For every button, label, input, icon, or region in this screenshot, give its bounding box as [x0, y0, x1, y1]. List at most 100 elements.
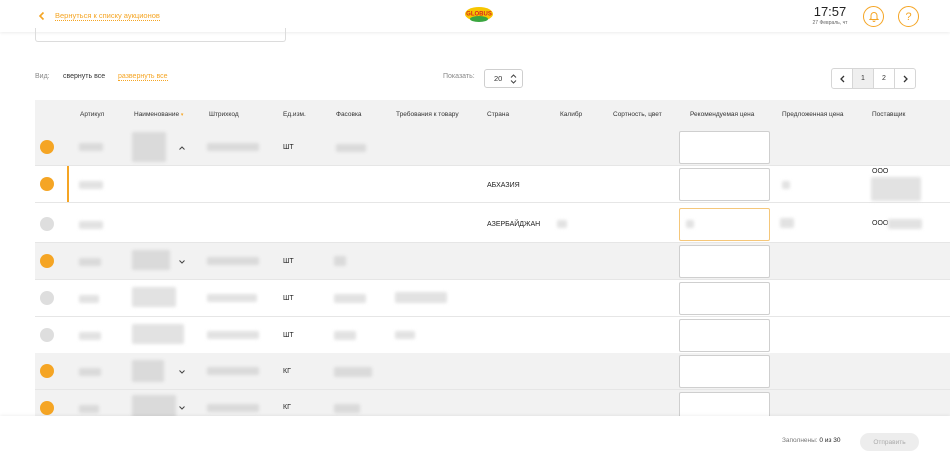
redacted-barcode [207, 143, 259, 151]
clock: 17:57 27 Февраль, чт [812, 5, 848, 27]
redacted-article [79, 143, 103, 151]
notifications-button[interactable] [863, 6, 884, 27]
recommended-price-input[interactable] [679, 245, 770, 278]
updown-arrows-icon [510, 74, 517, 84]
chevron-down-icon[interactable] [179, 406, 185, 410]
page-1-button[interactable]: 1 [852, 68, 874, 89]
redacted-article [79, 181, 103, 189]
chevron-right-icon [903, 75, 908, 82]
redacted-packing [334, 331, 356, 340]
col-barcode[interactable]: Штрихкод [209, 111, 239, 118]
redacted-article [79, 221, 103, 229]
col-article[interactable]: Артикул [80, 111, 104, 118]
svg-text:GLOBUS: GLOBUS [466, 12, 492, 18]
unit-cell: ШТ [283, 295, 294, 302]
chevron-left-icon [839, 75, 844, 82]
redacted-supplier [888, 219, 922, 229]
redacted-price-value [686, 220, 694, 228]
redacted-article [79, 295, 99, 303]
redacted-name [132, 324, 184, 344]
next-page-button[interactable] [894, 68, 916, 89]
chevron-up-icon[interactable] [179, 146, 185, 150]
redacted-offered-price [780, 218, 794, 228]
filled-counter-value: 0 из 30 [819, 437, 841, 444]
back-to-auctions-link[interactable]: Вернуться к списку аукционов [37, 11, 160, 21]
help-icon: ? [905, 10, 912, 23]
redacted-article [79, 368, 101, 376]
redacted-offered-price [782, 181, 790, 189]
recommended-price-input[interactable] [679, 131, 770, 164]
col-unit[interactable]: Ед.изм. [283, 111, 306, 118]
recommended-price-input[interactable] [679, 282, 770, 315]
table-header: Артикул Наименование ▾ Штрихкод Ед.изм. … [35, 100, 950, 129]
filled-counter: Заполнены: 0 из 30 [782, 437, 841, 444]
recommended-price-input[interactable] [679, 319, 770, 352]
table-row[interactable]: ШТ [35, 280, 950, 317]
table-row[interactable]: КГ [35, 353, 950, 390]
page-size-select[interactable]: 20 [484, 69, 523, 88]
col-grade-color[interactable]: Сортность, цвет [613, 111, 662, 118]
redacted-supplier [871, 177, 921, 201]
redacted-requirements [395, 292, 447, 303]
prev-page-button[interactable] [831, 68, 853, 89]
redacted-packing [334, 294, 366, 303]
redacted-name [132, 287, 176, 307]
redacted-barcode [207, 257, 259, 265]
supplier-cell: ООО [872, 220, 889, 227]
col-caliber[interactable]: Калибр [560, 111, 582, 118]
redacted-packing [334, 404, 360, 413]
unit-cell: КГ [283, 404, 291, 411]
status-dot[interactable] [40, 254, 54, 268]
view-label: Вид: [35, 73, 50, 80]
clock-time: 17:57 [813, 4, 847, 19]
col-packing[interactable]: Фасовка [336, 111, 362, 118]
redacted-name [132, 360, 164, 382]
country-cell: АЗЕРБАЙДЖАН [487, 221, 541, 228]
page-size-value: 20 [494, 74, 503, 83]
chevron-down-icon[interactable] [179, 260, 185, 264]
redacted-packing [334, 256, 346, 266]
col-offered-price[interactable]: Предложенная цена [782, 111, 844, 118]
table-row[interactable]: АЗЕРБАЙДЖАН ООО [35, 206, 950, 243]
status-dot[interactable] [40, 328, 54, 342]
status-dot[interactable] [40, 364, 54, 378]
page-2-button[interactable]: 2 [873, 68, 895, 89]
back-link-label: Вернуться к списку аукционов [55, 11, 160, 21]
expand-all-button[interactable]: развернуть все [118, 73, 168, 81]
col-country[interactable]: Страна [487, 111, 509, 118]
col-supplier[interactable]: Поставщик [872, 111, 905, 118]
redacted-requirements [395, 331, 415, 339]
status-dot[interactable] [40, 291, 54, 305]
redacted-packing [334, 367, 372, 377]
redacted-name [132, 132, 166, 162]
status-dot[interactable] [40, 217, 54, 231]
chevron-left-icon [38, 11, 45, 21]
recommended-price-input[interactable] [679, 355, 770, 388]
col-recommended-price[interactable]: Рекомендуемая цена [690, 111, 754, 118]
help-button[interactable]: ? [898, 6, 919, 27]
sort-down-icon: ▾ [180, 112, 184, 118]
status-dot[interactable] [40, 140, 54, 154]
send-button[interactable]: Отправить [860, 433, 919, 451]
filter-input[interactable] [35, 28, 286, 42]
col-requirements[interactable]: Требования к товару [396, 111, 459, 118]
table-row[interactable]: АБХАЗИЯ ООО [35, 166, 950, 203]
collapse-all-button[interactable]: свернуть все [63, 73, 105, 80]
unit-cell: ШТ [283, 332, 294, 339]
recommended-price-input[interactable] [679, 168, 770, 201]
redacted-barcode [207, 331, 259, 339]
chevron-down-icon[interactable] [179, 370, 185, 374]
table-row[interactable]: ШТ [35, 243, 950, 280]
unit-cell: ШТ [283, 144, 294, 151]
bell-icon [868, 12, 879, 22]
table-row[interactable]: ШТ [35, 129, 950, 166]
redacted-name [132, 250, 170, 270]
col-name[interactable]: Наименование ▾ [134, 111, 183, 118]
page-size-label: Показать: [443, 73, 475, 80]
status-dot[interactable] [40, 177, 54, 191]
redacted-article [79, 405, 99, 413]
globus-logo: GLOBUS [465, 7, 493, 22]
unit-cell: ШТ [283, 258, 294, 265]
status-dot[interactable] [40, 401, 54, 415]
table-row[interactable]: ШТ [35, 317, 950, 354]
